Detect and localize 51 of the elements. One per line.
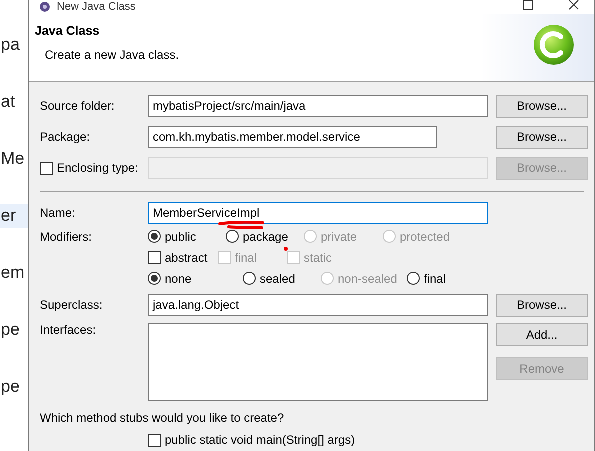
checkbox[interactable]: [148, 251, 161, 264]
field-label: Name:: [40, 206, 76, 220]
radio-button[interactable]: [407, 272, 420, 285]
radio-button[interactable]: [148, 230, 161, 243]
close-icon[interactable]: [569, 0, 579, 10]
maximize-icon[interactable]: [523, 0, 533, 10]
option-label: static: [304, 250, 332, 264]
browse-button[interactable]: Browse...: [496, 126, 588, 148]
input-field[interactable]: java.lang.Object: [148, 294, 488, 316]
checkbox[interactable]: [148, 434, 161, 446]
interfaces-list[interactable]: [148, 323, 488, 401]
code-text: pa: [0, 34, 21, 56]
radio-button[interactable]: [148, 272, 161, 285]
checkbox[interactable]: [40, 162, 53, 174]
field-label: Source folder:: [40, 99, 116, 113]
field-label: Package:: [40, 130, 92, 144]
add-button[interactable]: Add...: [496, 323, 588, 346]
input-field[interactable]: MemberServiceImpl: [148, 202, 488, 224]
window-title: New Java Class: [57, 0, 136, 14]
page-title: Java Class: [35, 24, 101, 38]
input-field[interactable]: com.kh.mybatis.member.model.service: [148, 126, 437, 148]
option-label: protected: [400, 230, 450, 244]
code-text: pe: [0, 319, 21, 341]
option-label: Enclosing type:: [57, 161, 138, 175]
field-label: Superclass:: [40, 298, 104, 312]
option-label: abstract: [165, 250, 208, 264]
radio-button[interactable]: [243, 272, 256, 285]
option-label: sealed: [260, 272, 296, 286]
field-label: Interfaces:: [40, 323, 98, 339]
option-label: final: [235, 250, 258, 264]
option-label: public static void main(String[] args): [165, 433, 356, 447]
input-field[interactable]: mybatisProject/src/main/java: [148, 95, 488, 117]
code-text: Me: [0, 148, 26, 170]
code-text: em: [0, 262, 26, 284]
app-icon: [39, 1, 51, 13]
code-text: at: [0, 91, 16, 113]
option-label: none: [165, 272, 192, 286]
option-label: non-sealed: [338, 272, 398, 286]
option-label: package: [243, 230, 288, 244]
annotation-drawing: [217, 221, 289, 252]
code-text: pe: [0, 376, 21, 398]
browse-button[interactable]: Browse...: [496, 94, 588, 118]
option-label: final: [424, 272, 446, 286]
page-description: Create a new Java class.: [45, 48, 180, 62]
field-label: Modifiers:: [40, 230, 94, 244]
browse-button[interactable]: Browse...: [496, 294, 588, 316]
option-label: private: [321, 230, 358, 244]
radio-button[interactable]: [226, 230, 239, 243]
option-label: public: [165, 230, 196, 244]
code-text: er: [0, 204, 28, 228]
stubs-question: Which method stubs would you like to create?: [40, 411, 286, 425]
